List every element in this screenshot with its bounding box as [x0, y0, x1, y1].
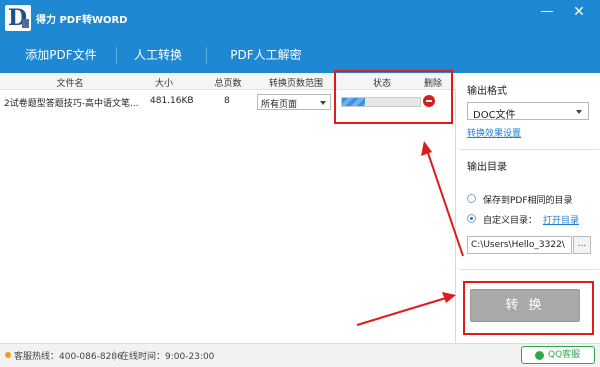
hotline-dot-icon	[5, 352, 11, 358]
conversion-settings-link[interactable]: 转换效果设置	[467, 126, 521, 139]
tab-separator	[206, 47, 207, 64]
tab-separator	[116, 47, 117, 64]
hotline-text: 客服热线：400-086-8286	[14, 352, 123, 362]
qq-support-button[interactable]: QQ客服	[521, 346, 595, 364]
file-pages: 8	[224, 96, 230, 106]
radio-same-dir-label[interactable]: 保存到PDF相同的目录	[483, 193, 573, 206]
radio-custom-dir[interactable]	[467, 214, 476, 223]
online-hours-text: 在线时间：9:00-23:00	[120, 352, 215, 362]
column-header-size: 大小	[154, 79, 173, 89]
column-header-range: 转换页数范围	[268, 79, 323, 89]
output-path-field[interactable]: C:\Users\Hello_3322\	[467, 236, 572, 254]
status-highlight-box	[334, 70, 453, 124]
tab-pdf-decrypt[interactable]: PDF人工解密	[214, 38, 318, 73]
file-name: 2试卷题型答题技巧-高中语文笔...	[4, 99, 139, 109]
output-dir-title: 输出目录	[467, 162, 507, 173]
file-size: 481.16KB	[150, 96, 194, 106]
convert-highlight-box	[463, 281, 594, 335]
close-icon[interactable]: ✕	[570, 5, 588, 21]
chevron-down-icon	[576, 110, 582, 114]
tab-manual-convert[interactable]: 人工转换	[122, 38, 194, 73]
page-range-select[interactable]: 所有页面	[257, 94, 331, 110]
title-bar: D 得力 PDF转WORD — ✕	[0, 0, 600, 38]
chevron-down-icon	[320, 101, 326, 105]
open-dir-link[interactable]: 打开目录	[543, 213, 579, 226]
footer-separator	[114, 350, 115, 361]
column-header-pages: 总页数	[214, 79, 242, 89]
status-bar: 客服热线：400-086-8286 在线时间：9:00-23:00 QQ客服	[0, 343, 600, 367]
browse-button[interactable]: ...	[573, 236, 591, 254]
output-format-select[interactable]: DOC文件	[467, 102, 589, 121]
app-title: 得力 PDF转WORD	[36, 15, 128, 26]
divider	[459, 149, 599, 150]
app-logo-icon: D	[5, 5, 31, 31]
radio-same-dir[interactable]	[467, 194, 476, 203]
divider	[459, 269, 599, 270]
output-format-value: DOC文件	[473, 110, 516, 121]
tab-add-pdf[interactable]: 添加PDF文件	[12, 38, 110, 73]
qq-icon	[535, 351, 544, 360]
qq-support-label: QQ客服	[548, 350, 581, 360]
app-logo-mark	[22, 19, 29, 28]
output-format-title: 输出格式	[467, 86, 507, 97]
tab-bar: 添加PDF文件 人工转换 PDF人工解密	[0, 38, 600, 73]
column-header-name: 文件名	[56, 79, 84, 89]
page-range-value: 所有页面	[261, 100, 298, 110]
minimize-icon[interactable]: —	[538, 5, 556, 21]
radio-custom-dir-label[interactable]: 自定义目录：	[483, 213, 537, 226]
